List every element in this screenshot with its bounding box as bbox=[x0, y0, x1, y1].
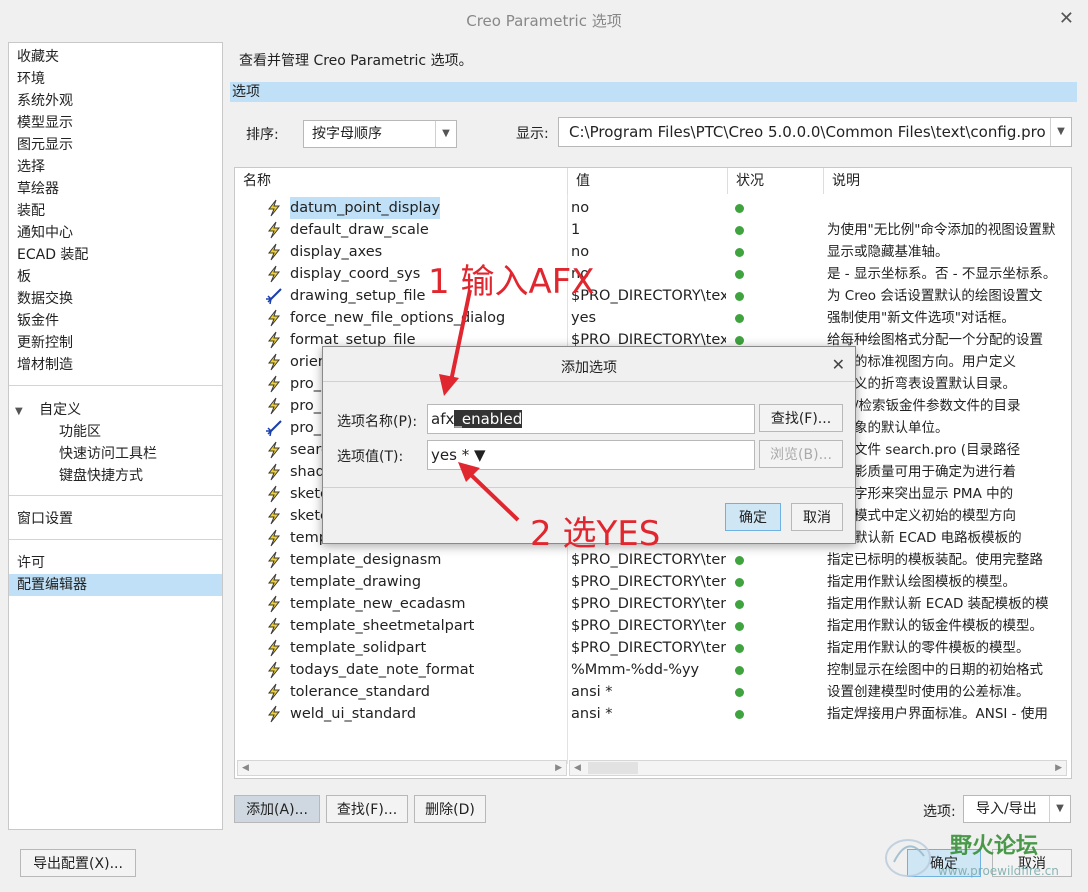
arrow-to-name-field bbox=[448, 289, 472, 387]
arrow-to-value-field bbox=[466, 470, 520, 522]
annotation-step2: 2 选YES bbox=[530, 514, 661, 554]
annotation-arrows bbox=[439, 289, 520, 522]
arrow-head bbox=[439, 374, 459, 396]
annotation-step1: 1 输入AFX bbox=[428, 262, 595, 302]
